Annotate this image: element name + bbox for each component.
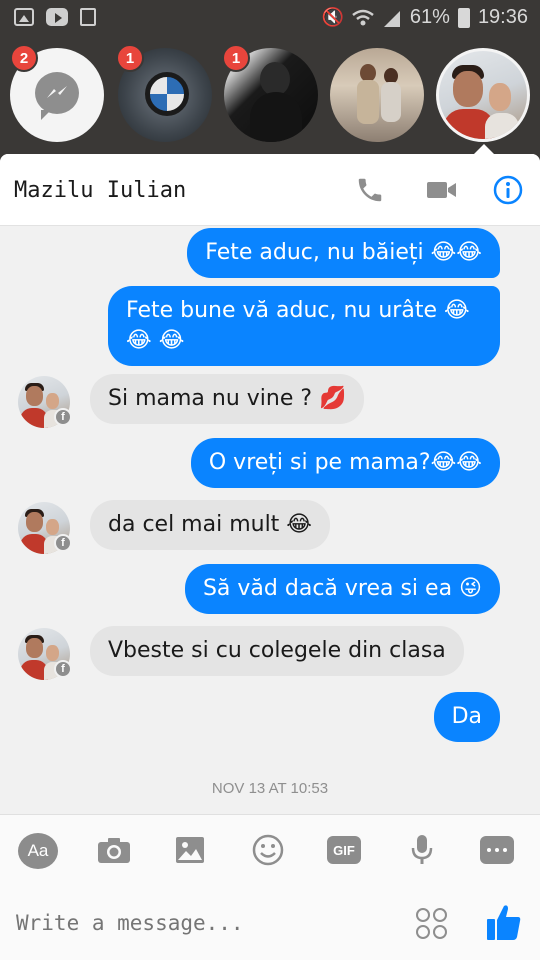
facebook-icon: f bbox=[54, 660, 72, 678]
message-outgoing[interactable]: Fete aduc, nu băieți 😂😂 bbox=[187, 228, 500, 278]
messenger-icon bbox=[35, 72, 79, 120]
unread-badge: 1 bbox=[116, 44, 144, 72]
composer-input-bar bbox=[0, 884, 540, 960]
unread-badge: 1 bbox=[222, 44, 250, 72]
facebook-icon: f bbox=[54, 408, 72, 426]
signal-icon bbox=[383, 10, 400, 27]
unread-badge: 2 bbox=[10, 44, 38, 72]
more-icon[interactable] bbox=[480, 836, 514, 864]
microphone-icon[interactable] bbox=[404, 833, 440, 867]
stickers-icon[interactable] bbox=[416, 908, 448, 940]
status-bar: 🔇 61% 19:36 bbox=[0, 0, 540, 36]
status-system: 🔇 61% 19:36 bbox=[321, 6, 528, 29]
thumbs-up-icon[interactable] bbox=[486, 902, 522, 942]
chat-head-kids-photo[interactable] bbox=[330, 48, 424, 142]
message-timestamp: NOV 13 AT 10:53 bbox=[211, 780, 329, 797]
shopping-bag-icon bbox=[80, 8, 96, 26]
message-incoming[interactable]: Vbeste si cu colegele din clasa bbox=[90, 626, 464, 676]
active-head-pointer bbox=[474, 144, 494, 154]
battery-icon bbox=[457, 7, 470, 28]
clock: 19:36 bbox=[477, 6, 528, 28]
message-incoming[interactable]: Si mama nu vine ? 💋 bbox=[90, 374, 365, 424]
message-outgoing[interactable]: O vreți si pe mama?😂😂 bbox=[190, 438, 500, 488]
message-incoming[interactable]: da cel mai mult 😂 bbox=[90, 500, 331, 550]
mute-icon: 🔇 bbox=[321, 7, 344, 27]
contact-name[interactable]: Mazilu Iulian bbox=[14, 178, 186, 203]
message-outgoing[interactable]: Să văd dacă vrea si ea 😜 bbox=[184, 564, 500, 614]
chat-heads-bar: 2 1 1 bbox=[0, 36, 540, 154]
youtube-icon bbox=[46, 8, 68, 26]
camera-icon[interactable] bbox=[96, 833, 132, 867]
message-outgoing[interactable]: Fete bune vă aduc, nu urâte 😂😂 😂 bbox=[108, 286, 500, 366]
phone-icon[interactable] bbox=[352, 172, 388, 208]
status-notifications bbox=[14, 8, 96, 26]
info-icon[interactable] bbox=[490, 172, 526, 208]
chat-header: Mazilu Iulian bbox=[0, 154, 540, 226]
gif-button[interactable]: GIF bbox=[327, 836, 361, 864]
battery-percent: 61% bbox=[409, 6, 450, 28]
facebook-icon: f bbox=[54, 534, 72, 552]
gallery-icon[interactable] bbox=[172, 833, 208, 867]
emoji-icon[interactable] bbox=[250, 833, 286, 867]
chat-head-selfie[interactable] bbox=[436, 48, 530, 142]
composer-toolbar: Aa GIF bbox=[0, 814, 540, 884]
message-outgoing[interactable]: Da bbox=[433, 692, 500, 742]
aa-button[interactable]: Aa bbox=[18, 833, 58, 869]
gallery-icon bbox=[14, 8, 34, 26]
wifi-icon bbox=[352, 9, 374, 25]
message-list[interactable]: Fete aduc, nu băieți 😂😂 Fete bune vă adu… bbox=[0, 226, 540, 814]
chat-panel: Mazilu Iulian Fete aduc, nu băieți 😂😂 Fe… bbox=[0, 154, 540, 960]
bmw-logo bbox=[145, 72, 189, 116]
video-camera-icon[interactable] bbox=[424, 172, 460, 208]
message-input[interactable] bbox=[16, 906, 376, 940]
